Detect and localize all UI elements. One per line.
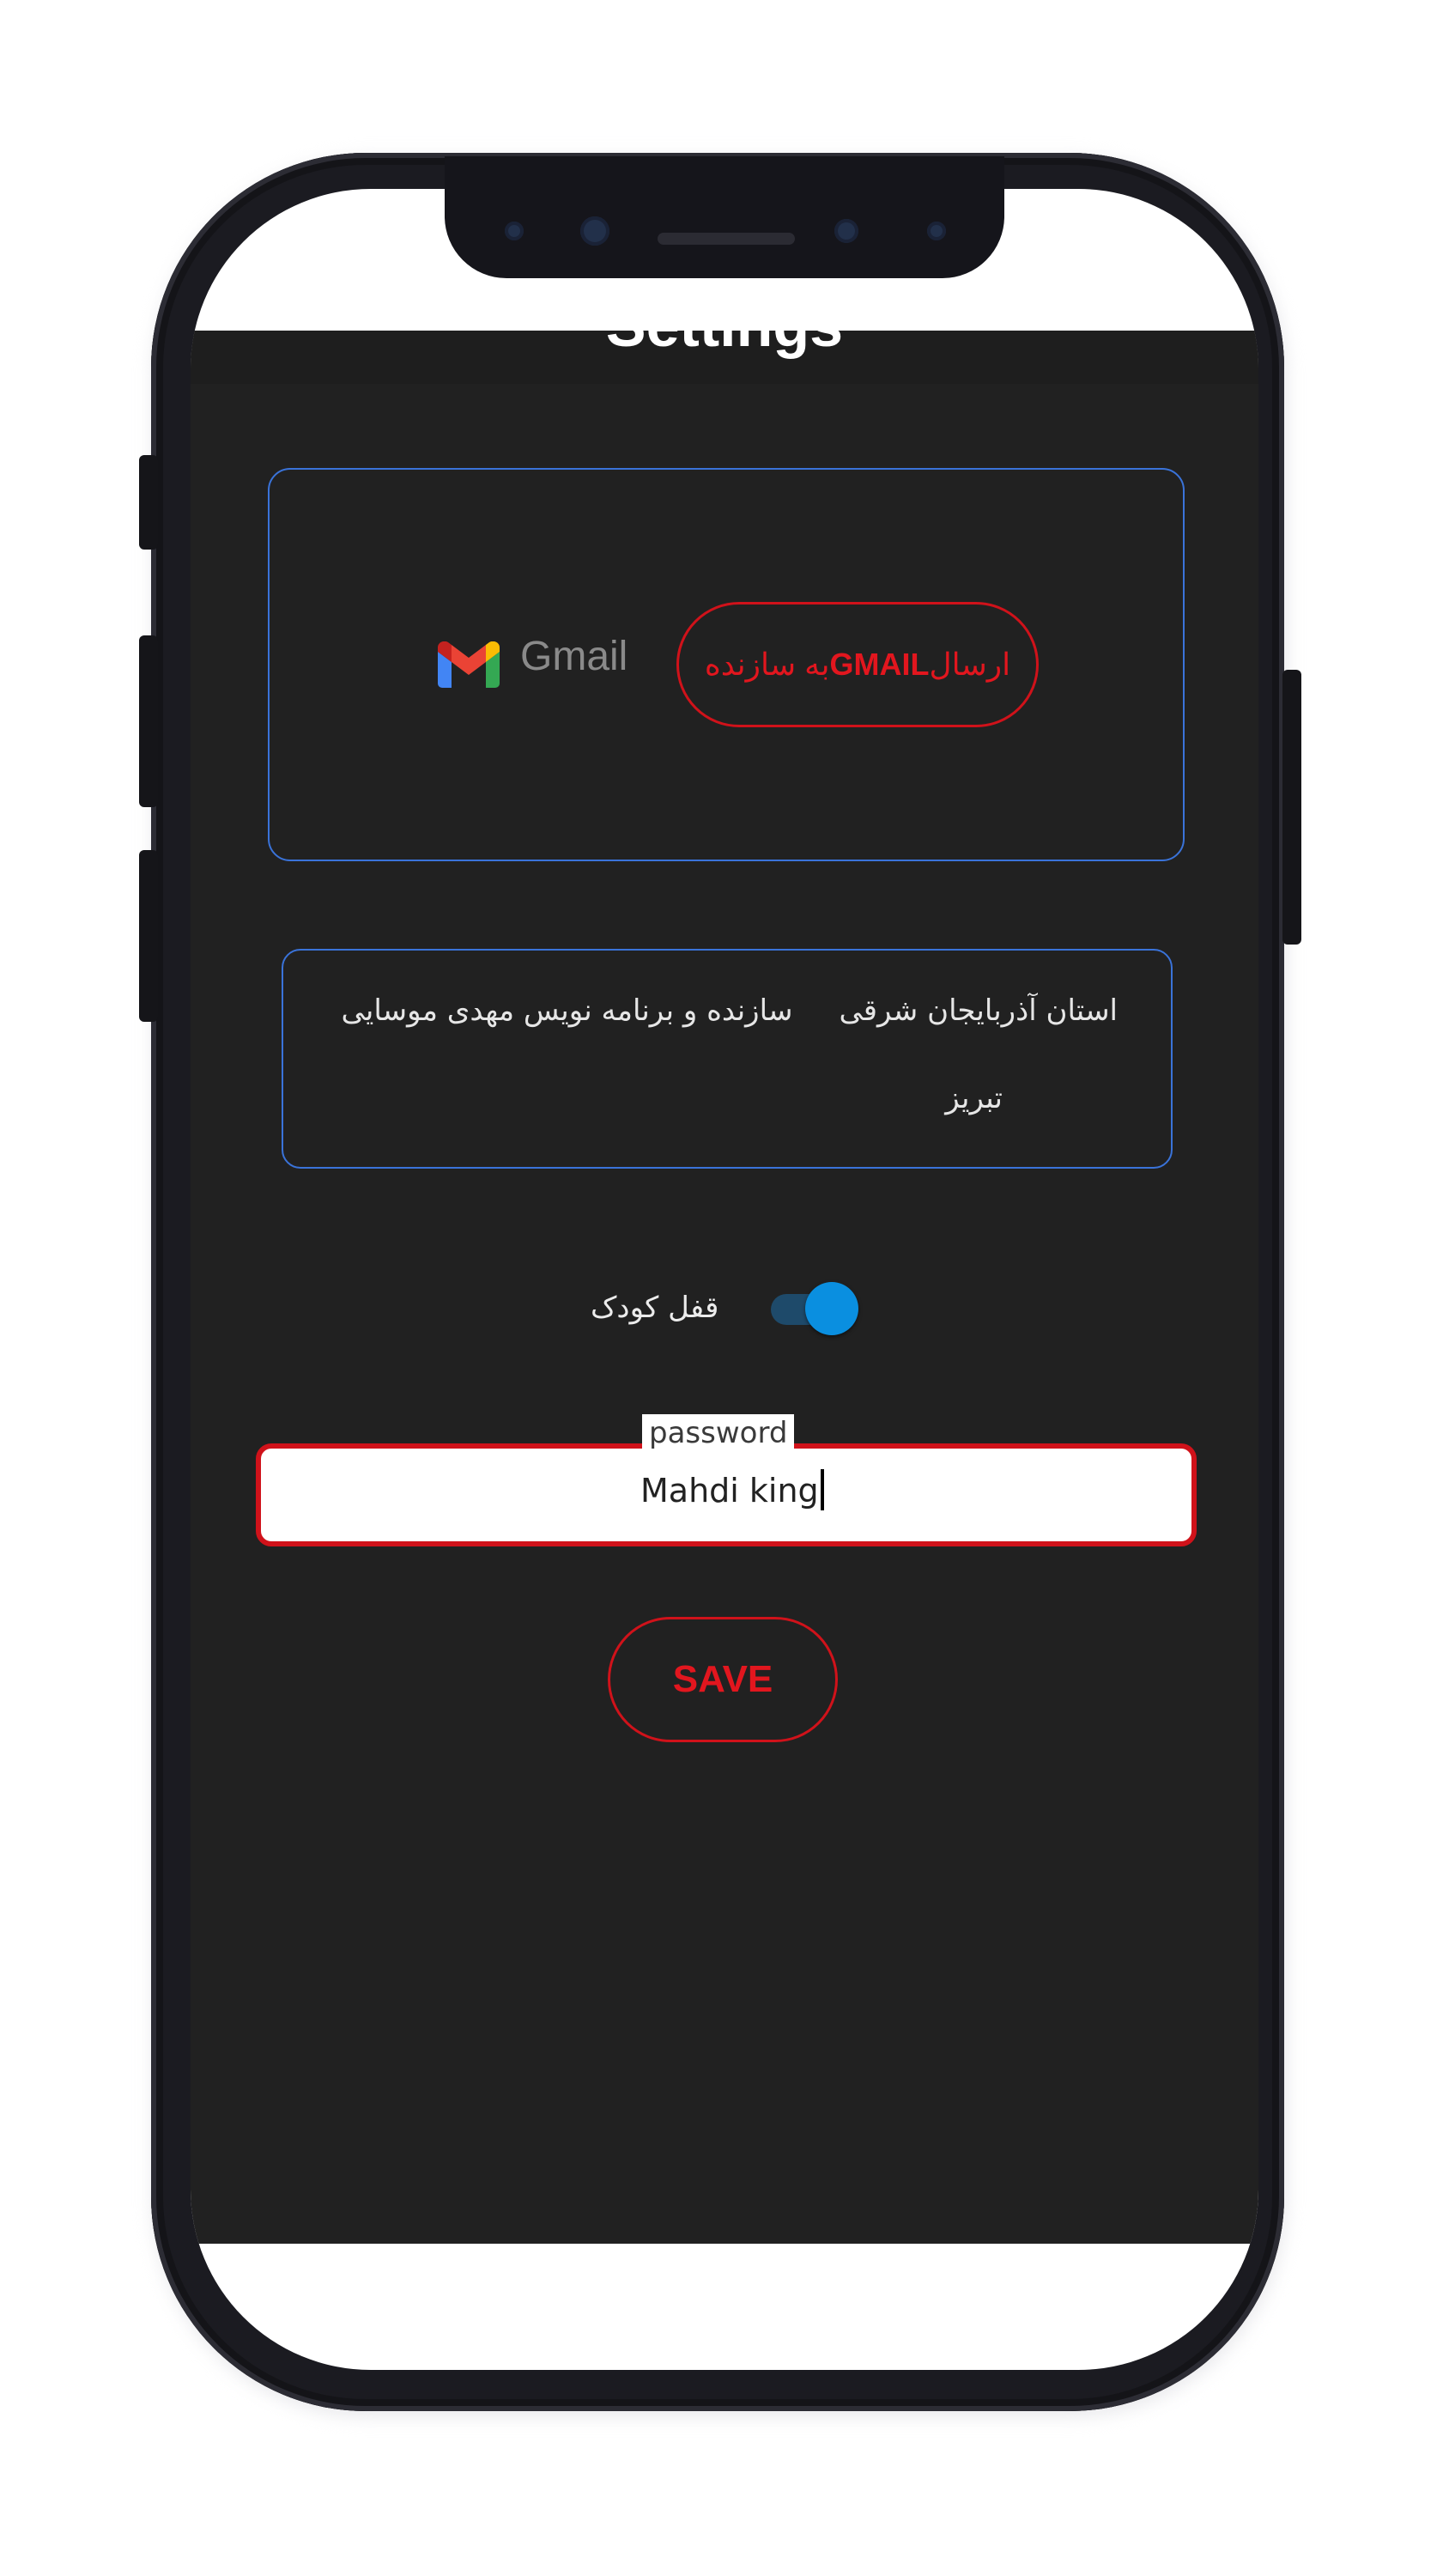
toggle-knob xyxy=(805,1282,858,1335)
child-lock-label: قفل کودک xyxy=(591,1291,719,1325)
side-button-volume-down xyxy=(139,850,158,1022)
developer-info-card: استان آذربایجان شرقی سازنده و برنامه نویس… xyxy=(282,949,1173,1169)
gmail-logo-icon xyxy=(438,641,500,688)
send-gmail-prefix: ارسال xyxy=(929,647,1011,682)
send-gmail-button[interactable]: ارسال GMAIL به سازنده xyxy=(676,602,1039,727)
app-screen: Settings Gmail ارسال GMAIL به سازنده است… xyxy=(191,331,1258,2244)
side-button-mute xyxy=(139,455,158,550)
city-text: تبریز xyxy=(945,1081,1003,1115)
info-line-1: استان آذربایجان شرقی سازنده و برنامه نویس… xyxy=(342,993,1118,1028)
front-camera-icon xyxy=(505,222,524,240)
app-bar: Settings xyxy=(191,331,1258,384)
password-input-value[interactable]: Mahdi king xyxy=(640,1469,824,1510)
gmail-wordmark: Gmail xyxy=(520,634,628,679)
app-bar-title: Settings xyxy=(191,331,1258,360)
phone-screen: Settings Gmail ارسال GMAIL به سازنده است… xyxy=(191,189,1258,2370)
proximity-sensor-icon xyxy=(927,222,946,240)
developer-text: سازنده و برنامه نویس مهدی موسایی xyxy=(341,993,793,1028)
phone-notch xyxy=(445,156,1004,278)
send-gmail-highlight: GMAIL xyxy=(829,647,930,682)
password-label: password xyxy=(642,1414,795,1450)
gmail-card: Gmail ارسال GMAIL به سازنده xyxy=(268,468,1185,861)
side-button-volume-up xyxy=(139,635,158,807)
earpiece-speaker xyxy=(658,233,795,245)
send-gmail-suffix: به سازنده xyxy=(704,647,830,682)
province-text: استان آذربایجان شرقی xyxy=(839,993,1118,1028)
face-sensor-icon xyxy=(834,219,858,243)
save-button[interactable]: SAVE xyxy=(608,1617,838,1742)
side-button-power xyxy=(1282,670,1301,945)
child-lock-toggle[interactable] xyxy=(766,1279,860,1337)
password-field[interactable]: password Mahdi king xyxy=(256,1414,1197,1546)
password-text: Mahdi king xyxy=(640,1472,819,1510)
front-camera-lens-icon xyxy=(580,216,609,246)
text-caret xyxy=(820,1469,824,1510)
